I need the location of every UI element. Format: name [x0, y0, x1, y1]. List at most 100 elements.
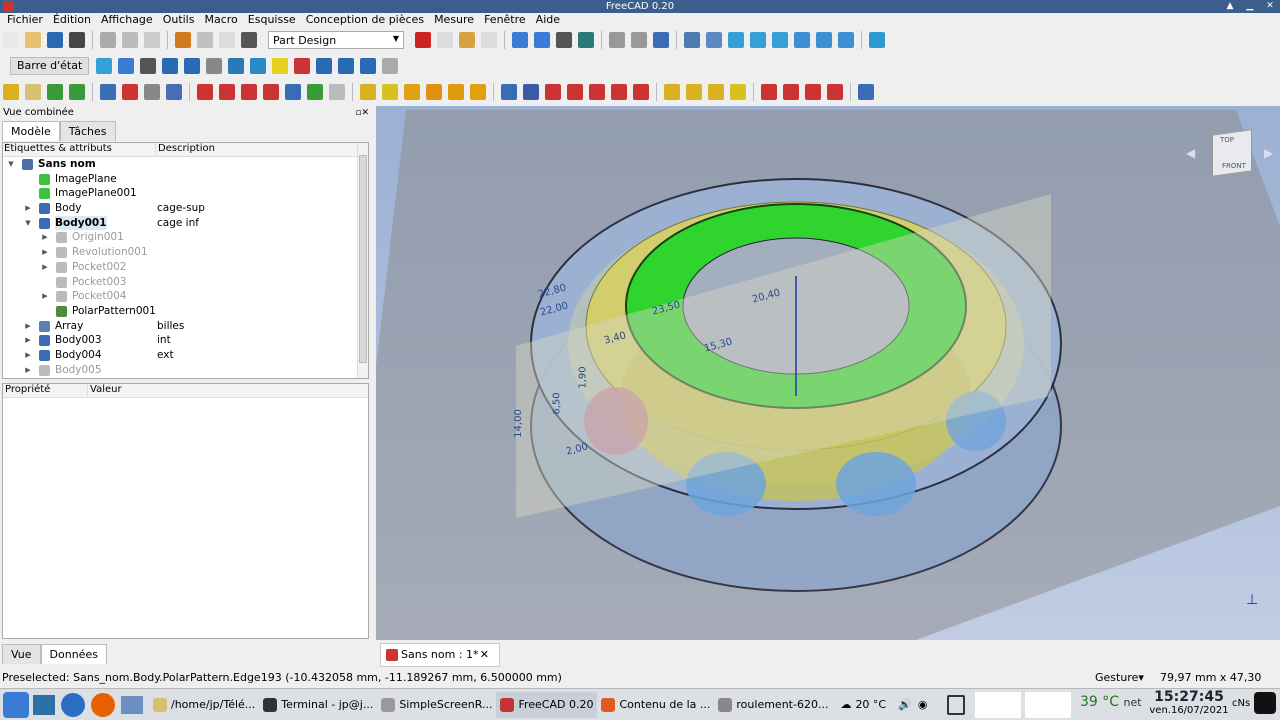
tools-icon[interactable]	[206, 58, 223, 74]
copy-icon[interactable]	[122, 32, 138, 48]
clone-icon[interactable]	[329, 84, 345, 100]
polar-pattern-icon[interactable]	[708, 84, 724, 100]
search-icon[interactable]	[118, 58, 135, 74]
redo-icon[interactable]	[197, 32, 213, 48]
tree-item-body004[interactable]: ▶ Body004 ext	[3, 348, 368, 363]
tree-scroll-thumb[interactable]	[359, 155, 367, 363]
document-tab[interactable]: Sans nom : 1* ✕	[380, 643, 500, 667]
shape-binder-icon[interactable]	[285, 84, 301, 100]
power-icon[interactable]	[1254, 692, 1276, 714]
clock[interactable]: 15:27:45 ven.16/07/2021	[1148, 689, 1230, 719]
taskbar-task[interactable]: roulement-620...	[714, 692, 832, 718]
window-close-button[interactable]: ✕	[1262, 0, 1278, 12]
model-tree[interactable]: Étiquettes & attributs Description ▼ Sans…	[2, 142, 369, 379]
std-views-icon[interactable]	[653, 32, 669, 48]
measure-icon[interactable]	[869, 32, 885, 48]
additive-pipe-icon[interactable]	[426, 84, 442, 100]
thickness-icon[interactable]	[827, 84, 843, 100]
volume-icon[interactable]: 🔊	[898, 698, 912, 711]
menu-aide[interactable]: Aide	[536, 13, 560, 27]
tab-data[interactable]: Données	[40, 644, 107, 664]
tree-header-description[interactable]: Description	[155, 143, 239, 156]
tree-item-sans nom[interactable]: ▼ Sans nom	[3, 157, 368, 172]
folder-icon[interactable]	[25, 84, 41, 100]
refresh-icon[interactable]	[219, 32, 235, 48]
print-icon[interactable]	[69, 32, 85, 48]
axis-cube-icon[interactable]	[228, 58, 245, 74]
clip-icon[interactable]	[272, 58, 289, 74]
pocket-icon[interactable]	[501, 84, 517, 100]
tree-item-pocket004[interactable]: ▶ Pocket004	[3, 289, 368, 304]
collapse-arrow-icon[interactable]: ▼	[24, 216, 32, 231]
subtractive-loft-icon[interactable]	[567, 84, 583, 100]
menu-affichage[interactable]: Affichage	[101, 13, 153, 27]
menu-conception-de-pièces[interactable]: Conception de pièces	[306, 13, 424, 27]
filter-icon[interactable]	[316, 58, 333, 74]
linear-pattern-icon[interactable]	[686, 84, 702, 100]
menu-outils[interactable]: Outils	[163, 13, 195, 27]
tree-item-pocket002[interactable]: ▶ Pocket002	[3, 260, 368, 275]
navcube-top-label[interactable]: TOP	[1220, 136, 1234, 144]
chamfer-icon[interactable]	[783, 84, 799, 100]
save-icon[interactable]	[47, 32, 63, 48]
files-icon[interactable]	[121, 695, 143, 714]
expand-arrow-icon[interactable]: ▶	[41, 289, 49, 304]
draw-style-icon[interactable]	[556, 32, 572, 48]
top-view-icon[interactable]	[750, 32, 766, 48]
sketch-map-icon[interactable]	[144, 84, 160, 100]
bounding-box-icon[interactable]	[578, 32, 594, 48]
boolean-icon[interactable]	[858, 84, 874, 100]
tree-item-pocket003[interactable]: Pocket003	[3, 275, 368, 290]
additive-primitive-icon[interactable]	[470, 84, 486, 100]
edit-macro-icon[interactable]	[459, 32, 475, 48]
open-icon[interactable]	[25, 32, 41, 48]
3d-viewport[interactable]: 22,80 22,00 23,50 20,40 3,40 15,30 1,90 …	[376, 106, 1280, 640]
export-icon[interactable]	[47, 84, 63, 100]
record-macro-icon[interactable]	[415, 32, 431, 48]
expand-arrow-icon[interactable]: ▶	[24, 319, 32, 334]
prop-header-property[interactable]: Propriété	[3, 384, 87, 397]
sketch-icon[interactable]	[122, 84, 138, 100]
taskbar-task[interactable]: /home/jp/Télé...	[149, 692, 259, 718]
back-icon[interactable]	[609, 32, 625, 48]
rear-view-icon[interactable]	[794, 32, 810, 48]
desktop-icon[interactable]	[33, 694, 55, 715]
navigation-cube[interactable]: TOP FRONT	[1206, 128, 1258, 180]
menu-fenêtre[interactable]: Fenêtre	[484, 13, 526, 27]
cube-primitive-icon[interactable]	[96, 58, 113, 74]
tab-view[interactable]: Vue	[2, 644, 41, 664]
tree-item-origin001[interactable]: ▶ Origin001	[3, 230, 368, 245]
tree-item-imageplane[interactable]: ImagePlane	[3, 172, 368, 187]
tree-header-labels[interactable]: Étiquettes & attributs	[3, 143, 155, 156]
tree-item-array[interactable]: ▶ Array billes	[3, 319, 368, 334]
expand-arrow-icon[interactable]: ▶	[24, 363, 32, 378]
fit-all-icon[interactable]	[512, 32, 528, 48]
tab-tasks[interactable]: Tâches	[59, 121, 116, 141]
cut-icon[interactable]	[100, 32, 116, 48]
undo-icon[interactable]	[175, 32, 191, 48]
window-minimize-button[interactable]: ▁	[1242, 0, 1258, 12]
front-view-icon[interactable]	[728, 32, 744, 48]
undo-arrow-icon[interactable]	[162, 58, 179, 74]
list-icon[interactable]	[140, 58, 157, 74]
paste-icon[interactable]	[144, 32, 160, 48]
network-icon[interactable]: ◉	[918, 698, 928, 711]
new-icon[interactable]	[3, 32, 19, 48]
box-cube-icon[interactable]	[250, 58, 267, 74]
redo-arrow-icon[interactable]	[184, 58, 201, 74]
groove-icon[interactable]	[545, 84, 561, 100]
document-tab-close-icon[interactable]: ✕	[480, 644, 489, 666]
subtractive-helix-icon[interactable]	[611, 84, 627, 100]
subtractive-primitive-icon[interactable]	[633, 84, 649, 100]
pad-icon[interactable]	[360, 84, 376, 100]
property-editor[interactable]: Propriété Valeur	[2, 383, 369, 639]
navcube-front-label[interactable]: FRONT	[1222, 162, 1246, 170]
tree-item-body005[interactable]: ▶ Body005	[3, 363, 368, 378]
stereo-icon[interactable]	[684, 32, 700, 48]
menu-mesure[interactable]: Mesure	[434, 13, 474, 27]
rotate-icon[interactable]	[360, 58, 377, 74]
left-view-icon[interactable]	[838, 32, 854, 48]
tree-item-revolution001[interactable]: ▶ Revolution001	[3, 245, 368, 260]
stop-macro-icon[interactable]	[437, 32, 453, 48]
start-menu-icon[interactable]	[3, 691, 29, 718]
